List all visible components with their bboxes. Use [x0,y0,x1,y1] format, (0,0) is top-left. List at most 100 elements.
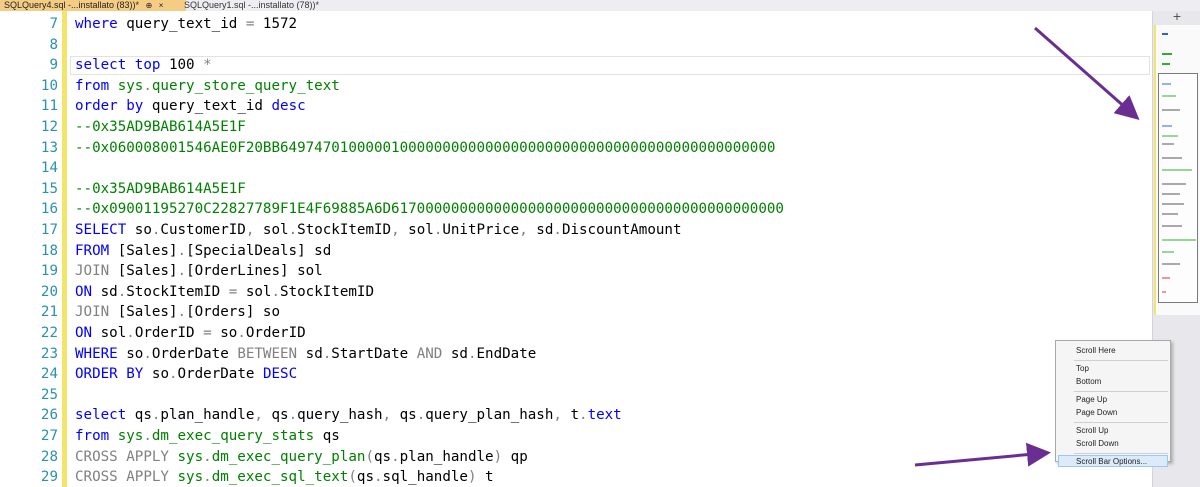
code-token: ( [348,469,357,486]
scrollbar-map-mark [1162,63,1170,65]
code-token: sd [297,345,323,362]
tab-label: SQLQuery4.sql -...installato (83))* [4,0,140,10]
code-text: CROSS APPLY sys.dm_exec_sql_text(qs.sql_… [75,467,494,487]
code-line[interactable]: 11 order by query_text_id desc [0,96,1150,117]
menu-item-bottom[interactable]: Bottom [1076,376,1101,388]
code-token: [Sales] [109,242,178,259]
code-token: 100 [160,57,204,74]
code-token: qs [391,407,417,424]
tab-sqlquery1[interactable]: SQLQuery1.sql -...installato (78))* [180,0,328,11]
line-number: 10 [40,77,58,94]
code-token: order [75,98,118,115]
code-line[interactable]: 27 from sys.dm_exec_query_stats qs [0,426,1150,447]
code-token: . [126,325,135,341]
code-token: ( [365,448,374,465]
code-line[interactable]: 22 ON sol.OrderID = so.OrderID [0,323,1150,344]
code-token: DiscountAmount [561,222,682,238]
code-token: . [177,304,187,321]
code-line[interactable]: 12 --0x35AD9BAB614A5E1F [0,117,1150,138]
code-token: query_store_query_text [151,77,340,94]
code-text: --0x35AD9BAB614A5E1F [75,179,246,200]
code-token: [Sales] [109,304,178,321]
code-line[interactable]: 13 --0x060008001546AE0F20BB64974701000001… [0,138,1150,159]
scrollbar-map-mark [1162,33,1168,35]
code-line[interactable]: 23 WHERE so.OrderDate BETWEEN sd.StartDat… [0,344,1150,365]
menu-item-scroll-bar-options[interactable]: Scroll Bar Options... [1076,456,1147,468]
scrollbar-thumb[interactable] [1158,73,1198,303]
code-token: . [288,222,298,238]
line-number: 20 [40,283,58,300]
menu-item-page-up[interactable]: Page Up [1076,394,1107,406]
code-token: [Sales] [109,263,178,280]
code-token: sys [117,428,144,444]
menu-item-scroll-here[interactable]: Scroll Here [1076,345,1116,357]
code-line[interactable]: 10 from sys.query_store_query_text [0,76,1150,97]
code-text: CROSS APPLY sys.dm_exec_query_plan(qs.pl… [75,447,528,468]
code-line[interactable]: 28 CROSS APPLY sys.dm_exec_query_plan(qs.… [0,447,1150,468]
code-line[interactable]: 18 FROM [Sales].[SpecialDeals] sd [0,241,1150,262]
code-token: , [519,222,528,238]
code-line[interactable]: 17 SELECT so.CustomerID, sol.StockItemID,… [0,220,1150,241]
code-token: . [177,263,187,280]
code-line[interactable]: 9 select top 100 * [0,55,1150,76]
code-token: sys [117,77,144,94]
close-icon[interactable]: × [159,0,164,11]
code-line[interactable]: 20 ON sd.StockItemID = sol.StockItemID [0,282,1150,303]
code-token: , [391,222,400,238]
code-line[interactable]: 26 select qs.plan_handle, qs.query_hash, … [0,405,1150,426]
code-token: select [75,57,127,74]
code-token: sol [399,222,434,238]
menu-item-scroll-up[interactable]: Scroll Up [1076,425,1108,437]
code-token: UnitPrice [442,222,520,238]
code-token: ORDER [75,366,118,383]
tab-label: SQLQuery1.sql -...installato (78))* [184,0,320,10]
code-token: sd [527,222,554,238]
code-token: query_plan_hash [425,407,554,424]
code-token: . [467,345,477,362]
code-token: . [271,283,281,300]
code-token: ) [493,448,503,465]
code-token: t [561,407,580,424]
code-token: , [553,407,562,424]
code-token: ON [75,283,93,300]
code-line[interactable]: 7 where query_text_id = 1572 [0,14,1150,35]
code-line[interactable]: 8 [0,35,1150,56]
code-token: query_text_id [117,16,246,32]
menu-separator [1074,422,1168,423]
menu-item-scroll-down[interactable]: Scroll Down [1076,438,1119,450]
code-token: so [117,345,144,362]
line-number: 27 [40,428,58,444]
code-line[interactable]: 15 --0x35AD9BAB614A5E1F [0,179,1150,200]
split-window-button[interactable]: + [1153,11,1200,23]
code-token: sol [254,222,289,238]
code-token: BETWEEN [237,345,298,362]
line-number: 26 [40,407,58,424]
code-token: . [143,428,152,444]
code-token: . [322,345,332,362]
menu-item-page-down[interactable]: Page Down [1076,407,1117,419]
line-number: 19 [40,263,58,280]
code-line[interactable]: 21 JOIN [Sales].[Orders] so [0,302,1150,323]
code-line[interactable]: 29 CROSS APPLY sys.dm_exec_sql_text(qs.sq… [0,467,1150,487]
line-number: 21 [40,304,58,321]
code-token: from [75,77,110,94]
code-line[interactable]: 16 --0x09001195270C22827789F1E4F69885A6D6… [0,199,1150,220]
code-token: qs [314,428,340,444]
line-number: 14 [40,160,58,177]
line-number: 25 [40,386,58,403]
code-line[interactable]: 25 [0,385,1150,406]
code-line[interactable]: 24 ORDER BY so.OrderDate DESC [0,364,1150,385]
menu-item-top[interactable]: Top [1076,363,1089,375]
line-number: 11 [40,98,58,115]
code-token: FROM [75,242,110,259]
code-line[interactable]: 14 [0,158,1150,179]
pin-icon[interactable]: ⊕ [146,0,153,11]
code-line[interactable]: 19 JOIN [Sales].[OrderLines] sol [0,261,1150,282]
code-text: ORDER BY so.OrderDate DESC [75,364,297,385]
code-token: StockItemID [297,222,392,238]
tab-sqlquery4[interactable]: SQLQuery4.sql -...installato (83))* ⊕ × [0,0,186,11]
code-editor[interactable]: 7 where query_text_id = 1572 8 9 select top … [0,11,1152,487]
